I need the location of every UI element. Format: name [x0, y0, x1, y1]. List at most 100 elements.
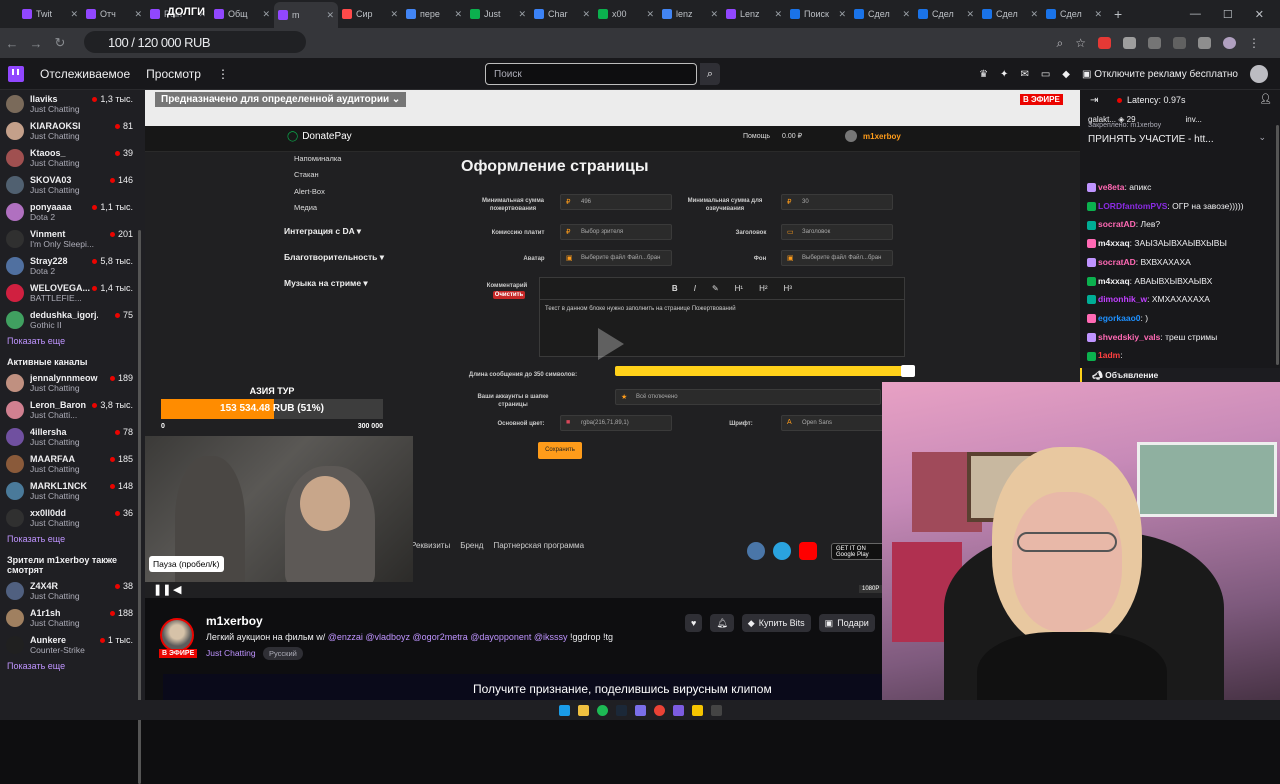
close-window-icon[interactable]: ✕: [1255, 8, 1264, 21]
tab-close-icon[interactable]: ✕: [838, 9, 846, 20]
sidebar-channel[interactable]: WELOVEGA... BATTLEFIE... 1,4 тыс.: [0, 279, 145, 306]
browser-tab[interactable]: Сдел ✕: [914, 3, 978, 25]
sidebar-channel[interactable]: MARKL1NCK Just Chatting 148: [0, 477, 145, 504]
sidebar-channel[interactable]: ponyaaaa Dota 2 1,1 тыс.: [0, 198, 145, 225]
stream-tag[interactable]: Русский: [263, 647, 303, 660]
search-input[interactable]: Поиск: [485, 63, 697, 85]
streamer-avatar[interactable]: [160, 618, 194, 652]
browser-tab[interactable]: Поиск ✕: [786, 3, 850, 25]
sidebar-channel[interactable]: MAARFAA Just Chatting 185: [0, 450, 145, 477]
user-avatar[interactable]: [1250, 65, 1268, 83]
explorer-icon[interactable]: [577, 704, 589, 716]
maximize-icon[interactable]: ☐: [1223, 8, 1233, 21]
show-more-followed[interactable]: Показать еще: [0, 333, 145, 351]
tab-close-icon[interactable]: ✕: [646, 9, 654, 20]
zoom-icon[interactable]: ⌕: [1057, 36, 1064, 51]
extension-icon[interactable]: [1148, 37, 1161, 49]
extension-icon[interactable]: [1173, 37, 1186, 49]
sidebar-channel[interactable]: Leron_Baron Just Chatti... 3,8 тыс.: [0, 396, 145, 423]
sidebar-channel[interactable]: dedushka_igorj... Gothic II 75: [0, 306, 145, 333]
browser-tab[interactable]: Отч ✕: [82, 3, 146, 25]
nav-following[interactable]: Отслеживаемое: [40, 67, 130, 81]
browser-tab[interactable]: Общ ✕: [210, 3, 274, 25]
chat-username[interactable]: socratAD: [1098, 257, 1136, 267]
browser-tab[interactable]: Сир ✕: [338, 3, 402, 25]
chat-scrollbar[interactable]: [1276, 125, 1279, 365]
tab-close-icon[interactable]: ✕: [134, 9, 142, 20]
inbox-icon[interactable]: ✉: [1020, 69, 1028, 80]
sidebar-channel[interactable]: Vinment I'm Only Sleepi... 201: [0, 225, 145, 252]
browser-tab[interactable]: Lenz ✕: [722, 3, 786, 25]
minimize-icon[interactable]: —: [1190, 8, 1201, 20]
whispers-icon[interactable]: ▭: [1041, 69, 1050, 80]
app-icon[interactable]: [672, 704, 684, 716]
stream-category[interactable]: Just Chatting: [206, 648, 256, 658]
tab-close-icon[interactable]: ✕: [70, 9, 78, 20]
follow-heart-button[interactable]: ♥: [685, 614, 703, 632]
sidebar-channel[interactable]: Aunkere Counter-Strike 1 тыс.: [0, 631, 145, 658]
back-icon[interactable]: ←: [0, 36, 24, 51]
sidebar-channel[interactable]: Z4X4R Just Chatting 38: [0, 577, 145, 604]
crystal-icon[interactable]: ◆: [1062, 69, 1070, 80]
chat-username[interactable]: socratAD: [1098, 219, 1136, 229]
sidebar-channel[interactable]: KIARAOKSI Just Chatting 81: [0, 117, 145, 144]
chat-username[interactable]: LORDfantomPVS: [1098, 201, 1167, 211]
tab-close-icon[interactable]: ✕: [518, 9, 526, 20]
streamer-name[interactable]: m1xerboy: [206, 614, 263, 628]
browser-menu-icon[interactable]: ⋮: [1248, 36, 1260, 50]
start-icon[interactable]: [558, 704, 570, 716]
sidebar-channel[interactable]: Stray228 Dota 2 5,8 тыс.: [0, 252, 145, 279]
tab-close-icon[interactable]: ✕: [454, 9, 462, 20]
sidebar-channel[interactable]: SKOVA03 Just Chatting 146: [0, 171, 145, 198]
sidebar-channel[interactable]: xx0ll0dd Just Chatting 36: [0, 504, 145, 531]
extension-icon[interactable]: [1098, 37, 1111, 49]
browser-tab[interactable]: m ✕: [274, 2, 338, 28]
sidebar-channel[interactable]: A1r1sh Just Chatting 188: [0, 604, 145, 631]
show-more-also[interactable]: Показать еще: [0, 658, 145, 676]
chat-username[interactable]: ve8eta: [1098, 182, 1124, 192]
tab-close-icon[interactable]: ✕: [326, 10, 334, 21]
chrome-icon[interactable]: [653, 704, 665, 716]
browser-tab[interactable]: Сдел ✕: [850, 3, 914, 25]
tab-close-icon[interactable]: ✕: [390, 9, 398, 20]
address-bar[interactable]: 100 / 120 000 RUB: [84, 31, 306, 53]
announcement[interactable]: 📣︎ Объявление: [1080, 368, 1280, 382]
tab-close-icon[interactable]: ✕: [774, 9, 782, 20]
twitch-logo-icon[interactable]: [8, 65, 24, 82]
browser-tab[interactable]: lenz ✕: [658, 3, 722, 25]
chat-username[interactable]: 1adm: [1098, 350, 1120, 360]
browser-tab[interactable]: x00 ✕: [594, 3, 658, 25]
collapse-chat-icon[interactable]: ⇥: [1090, 95, 1098, 106]
nav-browse[interactable]: Просмотр: [146, 67, 201, 81]
tab-close-icon[interactable]: ✕: [582, 9, 590, 20]
ad-free-button[interactable]: ▣ Отключите рекламу бесплатно: [1082, 69, 1238, 80]
bookmark-star-icon[interactable]: ☆: [1075, 36, 1086, 50]
sidebar-channel[interactable]: Ilaviks Just Chatting 1,3 тыс.: [0, 90, 145, 117]
tab-close-icon[interactable]: ✕: [262, 9, 270, 20]
extension-icon[interactable]: [1198, 37, 1211, 49]
buy-bits-button[interactable]: ◆ Купить Bits: [741, 614, 811, 632]
extension-icon[interactable]: ✦: [1000, 69, 1008, 80]
chat-username[interactable]: shvedskiy_vals: [1098, 332, 1160, 342]
tab-close-icon[interactable]: ✕: [1030, 9, 1038, 20]
browser-tab[interactable]: Twit ✕: [18, 3, 82, 25]
search-icon[interactable]: ⌕: [700, 63, 720, 85]
chat-username[interactable]: m4xxaq: [1098, 276, 1130, 286]
browser-tab[interactable]: пере ✕: [402, 3, 466, 25]
tab-close-icon[interactable]: ✕: [966, 9, 974, 20]
tab-close-icon[interactable]: ✕: [902, 9, 910, 20]
browser-tab[interactable]: Char ✕: [530, 3, 594, 25]
volume-icon[interactable]: ◀: [173, 583, 181, 596]
chat-username[interactable]: dimonhik_w: [1098, 294, 1147, 304]
crown-icon[interactable]: ♛: [979, 69, 988, 80]
browser-tab[interactable]: Сдел ✕: [978, 3, 1042, 25]
steam-icon[interactable]: [615, 704, 627, 716]
spotify-icon[interactable]: [596, 704, 608, 716]
reload-icon[interactable]: ↻: [48, 35, 72, 51]
gift-button[interactable]: ▣ Подари: [818, 614, 875, 632]
sidebar-channel[interactable]: 4illersha Just Chatting 78: [0, 423, 145, 450]
tab-close-icon[interactable]: ✕: [1094, 9, 1102, 20]
new-tab-icon[interactable]: +: [1114, 6, 1122, 22]
title-mentions[interactable]: @enzzai @vladboyz @ogor2metra @dayoppone…: [328, 632, 568, 642]
pause-icon[interactable]: ❚❚: [153, 583, 171, 596]
